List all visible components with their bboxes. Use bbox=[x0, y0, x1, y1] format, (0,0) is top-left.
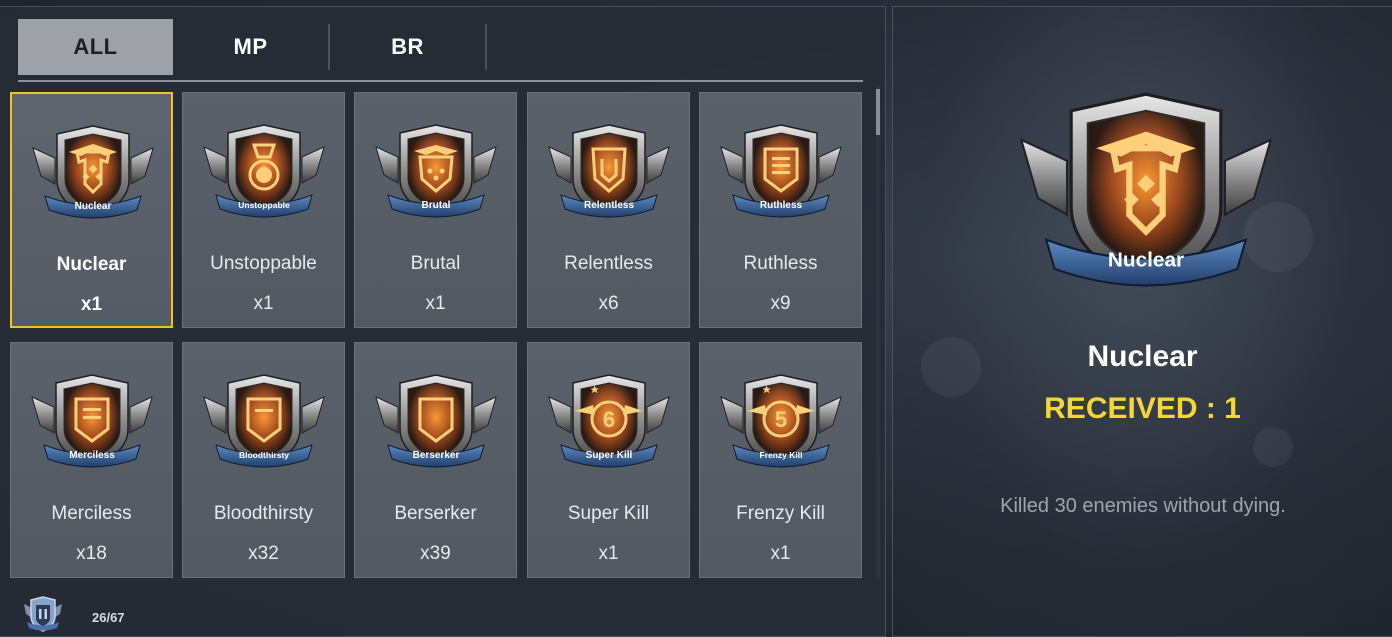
svg-text:Bloodthirsty: Bloodthirsty bbox=[239, 450, 289, 460]
medal-emblem-icon: Bloodthirsty bbox=[200, 371, 328, 475]
medal-count: x1 bbox=[253, 293, 274, 314]
medal-name: Brutal bbox=[410, 253, 461, 274]
svg-text:Super Kill: Super Kill bbox=[586, 450, 633, 461]
medal-count: x39 bbox=[420, 543, 451, 564]
medal-name: Bloodthirsty bbox=[213, 503, 314, 524]
medal-detail-panel: Nuclear Nuclear RECEIVED : 1 Killed 30 e… bbox=[892, 6, 1392, 637]
medal-count: x1 bbox=[425, 293, 446, 314]
received-count: RECEIVED : 1 bbox=[1044, 392, 1241, 425]
medal-emblem-icon: Brutal bbox=[372, 121, 500, 225]
svg-text:Unstoppable: Unstoppable bbox=[238, 200, 290, 210]
medal-name: Super Kill bbox=[567, 503, 650, 524]
medal-collection-icon bbox=[22, 596, 64, 632]
medal-emblem-icon: Unstoppable bbox=[200, 121, 328, 225]
medal-emblem-icon: Ruthless bbox=[717, 121, 845, 225]
medal-description: Killed 30 enemies without dying. bbox=[1000, 495, 1286, 517]
medal-count: x32 bbox=[248, 543, 279, 564]
selected-medal-name: Nuclear bbox=[1087, 340, 1198, 373]
tab-divider bbox=[485, 24, 487, 70]
tab-br[interactable]: BR bbox=[330, 19, 485, 75]
medal-emblem-icon: 5 Frenzy Kill bbox=[717, 371, 845, 475]
medal-name: Nuclear bbox=[56, 254, 127, 275]
medal-card-super-kill[interactable]: 6 Super Kill Super Kill x1 bbox=[527, 342, 690, 578]
medal-emblem-icon: Merciless bbox=[28, 371, 156, 475]
medal-card-bloodthirsty[interactable]: Bloodthirsty Bloodthirsty x32 bbox=[182, 342, 345, 578]
medal-name: Unstoppable bbox=[210, 253, 317, 274]
svg-text:Brutal: Brutal bbox=[422, 200, 451, 211]
medal-count: x1 bbox=[598, 543, 619, 564]
medal-card-merciless[interactable]: Merciless Merciless x18 bbox=[10, 342, 173, 578]
medal-name: Ruthless bbox=[743, 253, 818, 274]
selected-medal-emblem: Nuclear bbox=[1013, 85, 1279, 303]
svg-text:Frenzy Kill: Frenzy Kill bbox=[760, 450, 803, 460]
medal-name: Relentless bbox=[564, 253, 653, 274]
medal-card-brutal[interactable]: Brutal Brutal x1 bbox=[354, 92, 517, 328]
scrollbar-track[interactable] bbox=[876, 87, 880, 577]
svg-text:Relentless: Relentless bbox=[584, 200, 634, 211]
medal-count: x18 bbox=[76, 543, 107, 564]
scrollbar-thumb[interactable] bbox=[876, 89, 880, 135]
medal-count: x1 bbox=[770, 543, 791, 564]
medal-count: x1 bbox=[80, 294, 103, 315]
svg-text:6: 6 bbox=[603, 407, 615, 432]
background-bokeh bbox=[1253, 427, 1293, 467]
medal-card-frenzy-kill[interactable]: 5 Frenzy Kill Frenzy Kill x1 bbox=[699, 342, 862, 578]
svg-text:Berserker: Berserker bbox=[413, 450, 460, 461]
collection-progress: 26/67 bbox=[92, 610, 125, 625]
medal-emblem-icon: Berserker bbox=[372, 371, 500, 475]
medal-card-unstoppable[interactable]: Unstoppable Unstoppable x1 bbox=[182, 92, 345, 328]
tab-all[interactable]: ALL bbox=[18, 19, 173, 75]
svg-text:Merciless: Merciless bbox=[69, 450, 115, 461]
svg-text:5: 5 bbox=[775, 407, 787, 432]
medal-card-nuclear[interactable]: Nuclear Nuclear x1 bbox=[10, 92, 173, 328]
svg-text:Ruthless: Ruthless bbox=[760, 200, 803, 211]
svg-text:Nuclear: Nuclear bbox=[75, 201, 112, 212]
medal-count: x6 bbox=[598, 293, 619, 314]
medal-count: x9 bbox=[770, 293, 791, 314]
medal-emblem-icon: 6 Super Kill bbox=[545, 371, 673, 475]
tab-mp[interactable]: MP bbox=[173, 19, 328, 75]
medal-name: Merciless bbox=[51, 503, 132, 524]
medal-name: Frenzy Kill bbox=[736, 503, 825, 524]
svg-text:Nuclear: Nuclear bbox=[1108, 249, 1184, 272]
medal-card-berserker[interactable]: Berserker Berserker x39 bbox=[354, 342, 517, 578]
filter-tabs: ALL MP BR bbox=[18, 19, 487, 75]
tabs-underline bbox=[18, 80, 863, 82]
medal-emblem-icon: Relentless bbox=[545, 121, 673, 225]
medal-name: Berserker bbox=[394, 503, 477, 524]
medal-card-ruthless[interactable]: Ruthless Ruthless x9 bbox=[699, 92, 862, 328]
medal-card-relentless[interactable]: Relentless Relentless x6 bbox=[527, 92, 690, 328]
medal-emblem-icon: Nuclear bbox=[29, 122, 157, 226]
